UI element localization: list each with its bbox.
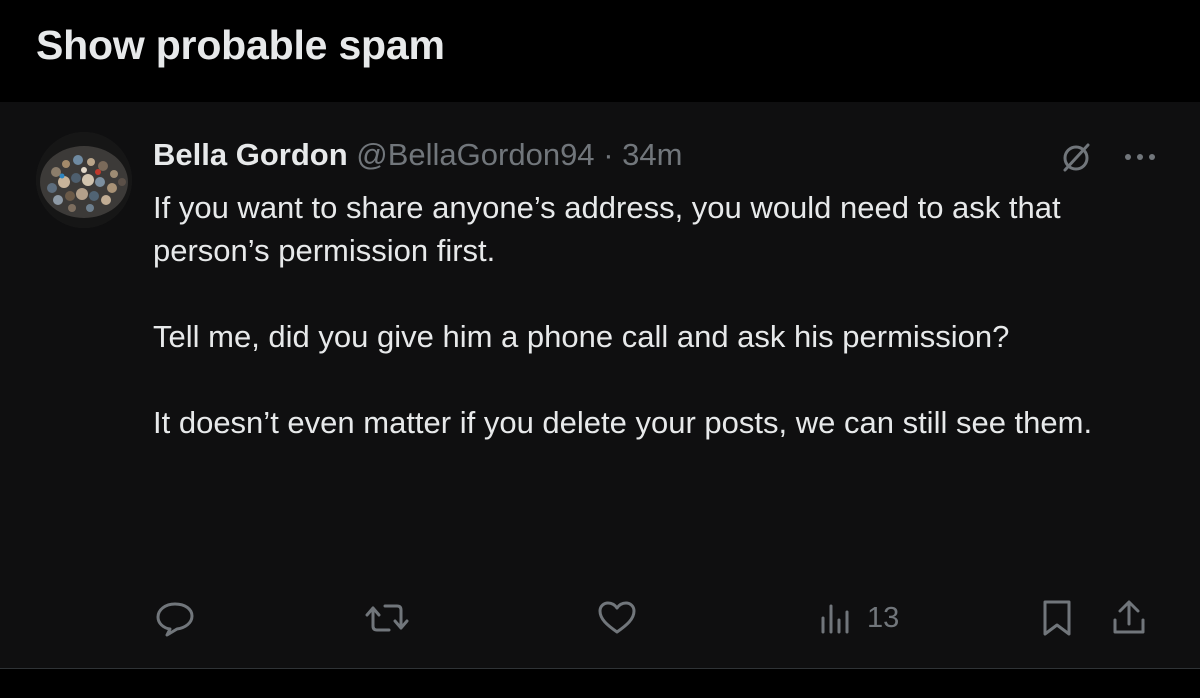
bookmark-icon [1043,600,1071,636]
post-paragraph: Tell me, did you give him a phone call a… [153,319,1010,354]
grok-icon[interactable] [1060,141,1092,173]
post-divider [0,668,1200,669]
page: Show probable spam Bella Gordon @BellaGo… [0,0,1200,698]
repost-icon [365,604,409,632]
views-icon [821,604,849,634]
post-header-icons [1060,140,1156,174]
avatar-image [36,132,132,228]
share-icon [1113,600,1145,634]
post-author-line: Bella Gordon @BellaGordon94 · 34m [153,136,682,174]
post[interactable]: Bella Gordon @BellaGordon94 · 34m If you… [0,102,1200,668]
more-icon[interactable] [1124,152,1156,162]
post-paragraph: It doesn’t even matter if you delete you… [153,405,1093,440]
post-paragraph: If you want to share anyone’s address, y… [153,190,1061,268]
post-timestamp[interactable]: 34m [622,137,682,172]
views-count: 13 [867,601,900,634]
repost-button[interactable] [363,594,411,642]
views-button[interactable]: 13 [817,594,899,642]
author-handle[interactable]: @BellaGordon94 [356,137,594,172]
section-header[interactable]: Show probable spam [0,0,1200,102]
like-icon [598,601,636,634]
like-button[interactable] [595,594,639,642]
author-display-name[interactable]: Bella Gordon [153,137,348,172]
bookmark-button[interactable] [1039,594,1075,642]
reply-icon [156,602,194,637]
reply-button[interactable] [153,594,197,642]
section-title[interactable]: Show probable spam [36,22,445,69]
post-body: If you want to share anyone’s address, y… [153,186,1163,444]
share-button[interactable] [1109,594,1149,642]
separator-dot: · [603,137,614,172]
avatar[interactable] [36,132,132,228]
post-actions: 13 [153,594,1153,642]
